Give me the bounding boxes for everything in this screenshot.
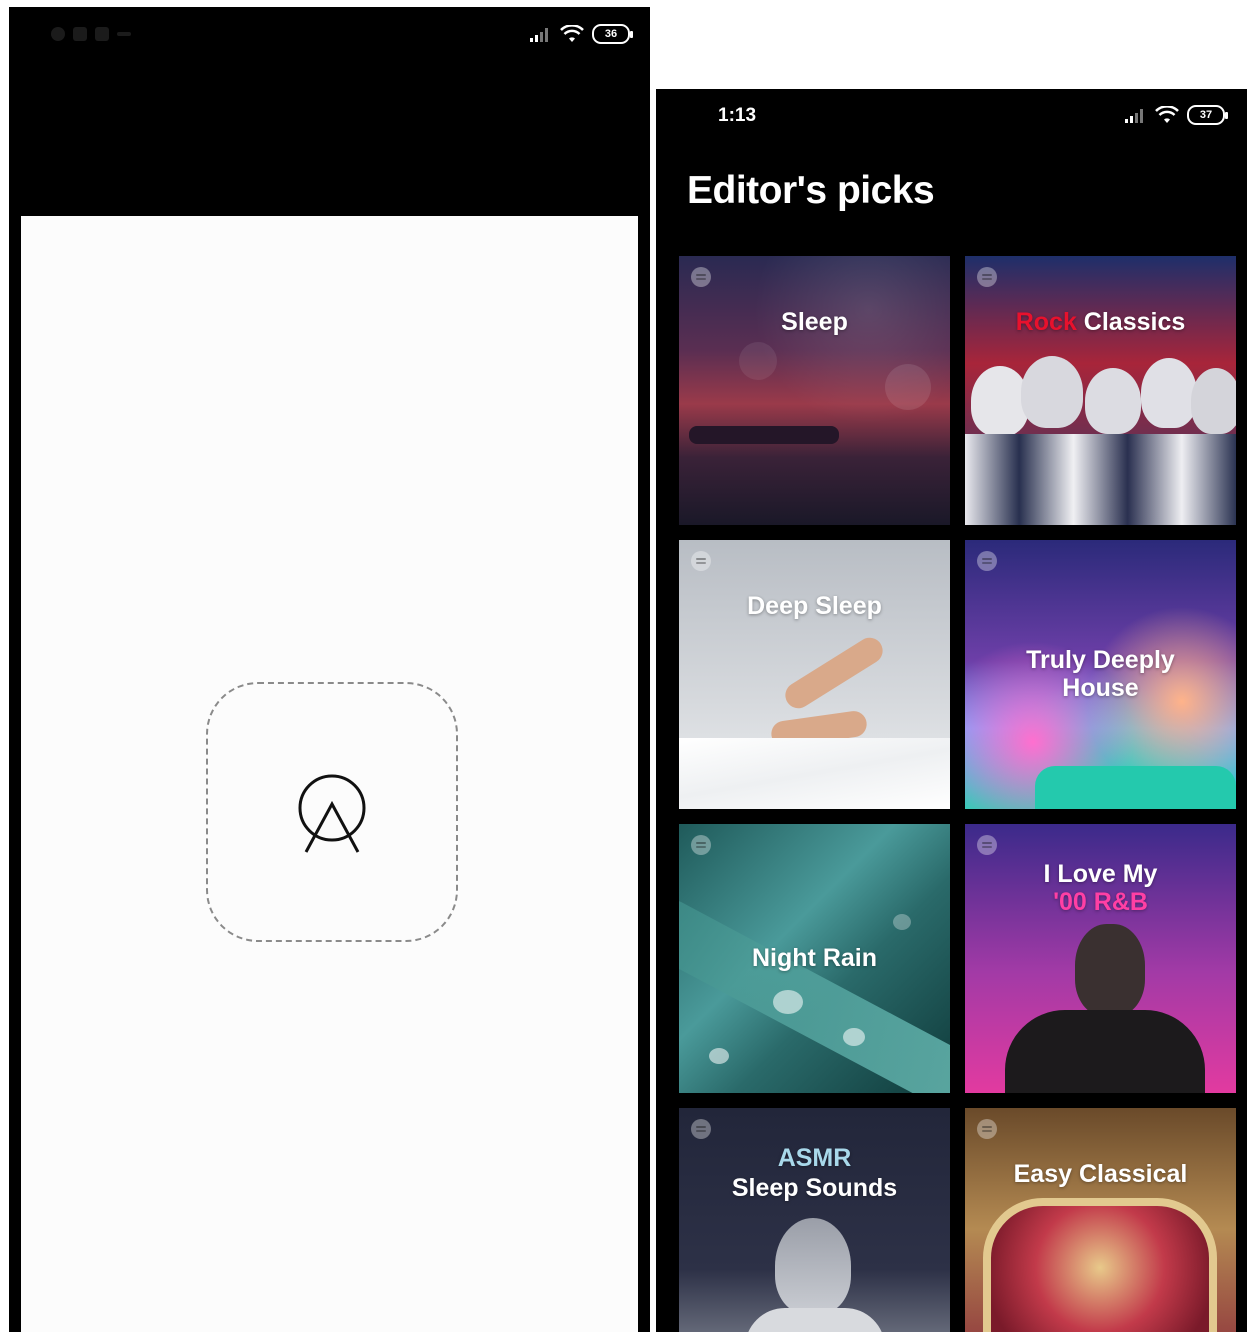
bokeh bbox=[739, 342, 777, 380]
battery-level: 36 bbox=[604, 28, 618, 40]
status-bar: 36 bbox=[9, 7, 650, 67]
spotify-icon bbox=[977, 267, 997, 287]
playlist-title-accent: Rock bbox=[1015, 308, 1077, 336]
loading-content bbox=[21, 216, 638, 1332]
notification-icon bbox=[73, 27, 87, 41]
playlist-title: Easy Classical bbox=[1013, 1160, 1188, 1188]
spotify-icon bbox=[977, 551, 997, 571]
playlist-title-rest: Classics bbox=[1076, 308, 1186, 336]
water-drop bbox=[773, 990, 803, 1014]
spotify-icon bbox=[691, 1119, 711, 1139]
band-member-photo bbox=[1191, 368, 1236, 434]
playlist-title: Rock Classics bbox=[965, 308, 1236, 337]
crowd-silhouette bbox=[1035, 766, 1236, 809]
water-drop bbox=[843, 1028, 865, 1046]
spotify-icon bbox=[691, 551, 711, 571]
battery-icon: 36 bbox=[592, 24, 633, 44]
playlist-title-line1: I Love My bbox=[1043, 860, 1158, 888]
more-notifications-icon bbox=[117, 32, 131, 36]
playlist-card-truly-deeply-house[interactable]: Truly Deeply House bbox=[965, 540, 1236, 809]
playlist-title: Sleep bbox=[781, 308, 848, 336]
playlist-title-line1: ASMR bbox=[777, 1144, 852, 1172]
loading-placeholder bbox=[206, 682, 458, 942]
artist-shirt bbox=[1005, 1010, 1205, 1093]
wifi-icon bbox=[1155, 106, 1179, 123]
water-drop bbox=[709, 1048, 729, 1064]
spotify-icon bbox=[691, 267, 711, 287]
playlist-card-i-love-my-00-rnb[interactable]: I Love My '00 R&B bbox=[965, 824, 1236, 1093]
playlist-title-line1: Truly Deeply bbox=[1026, 646, 1175, 674]
hand-image bbox=[780, 632, 888, 714]
person-shirt bbox=[745, 1308, 885, 1332]
playlist-card-deep-sleep[interactable]: Deep Sleep bbox=[679, 540, 950, 809]
battery-icon: 37 bbox=[1187, 105, 1228, 125]
playlist-card-easy-classical[interactable]: Easy Classical bbox=[965, 1108, 1236, 1332]
circle-triangle-logo-icon bbox=[298, 774, 366, 853]
playlist-title-line2: House bbox=[1062, 674, 1139, 702]
battery-level: 37 bbox=[1199, 109, 1213, 121]
playlist-title: Night Rain bbox=[752, 944, 877, 972]
playlist-card-rock-classics[interactable]: Rock Classics bbox=[965, 256, 1236, 525]
notification-icon bbox=[51, 27, 65, 41]
signal-icon bbox=[1125, 109, 1143, 123]
sheet-image bbox=[679, 738, 950, 809]
playlist-card-sleep[interactable]: Sleep bbox=[679, 256, 950, 525]
wifi-icon bbox=[560, 25, 584, 42]
band-member-photo bbox=[1141, 358, 1197, 428]
playlist-card-night-rain[interactable]: Night Rain bbox=[679, 824, 950, 1093]
loading-screen: 36 bbox=[9, 7, 650, 1332]
section-title: Editor's picks bbox=[687, 169, 935, 212]
band-member-photo bbox=[1021, 356, 1083, 428]
playlist-title: Deep Sleep bbox=[747, 592, 882, 620]
editors-picks-screen: 1:13 37 Editor's picks Sleep Rock Classi… bbox=[656, 89, 1247, 1332]
person-photo bbox=[775, 1218, 851, 1314]
sofa-image bbox=[983, 1198, 1217, 1332]
clock: 1:13 bbox=[718, 105, 757, 126]
spotify-icon bbox=[977, 835, 997, 855]
band-member-photo bbox=[1085, 368, 1141, 434]
band-clothing bbox=[965, 434, 1236, 525]
playlist-title-line2: '00 R&B bbox=[1053, 888, 1148, 916]
playlist-title-line2: Sleep Sounds bbox=[731, 1174, 898, 1202]
bokeh bbox=[885, 364, 931, 410]
notification-icon bbox=[95, 27, 109, 41]
water-drop bbox=[893, 914, 911, 930]
system-icons: 37 bbox=[1125, 105, 1228, 125]
island-silhouette bbox=[689, 426, 839, 444]
notification-icons bbox=[51, 27, 131, 41]
system-icons: 36 bbox=[530, 24, 633, 44]
status-bar: 1:13 37 bbox=[656, 89, 1247, 149]
spotify-icon bbox=[691, 835, 711, 855]
signal-icon bbox=[530, 28, 548, 42]
playlist-card-asmr-sleep-sounds[interactable]: ASMR Sleep Sounds bbox=[679, 1108, 950, 1332]
spotify-icon bbox=[977, 1119, 997, 1139]
artist-photo bbox=[1075, 924, 1145, 1016]
